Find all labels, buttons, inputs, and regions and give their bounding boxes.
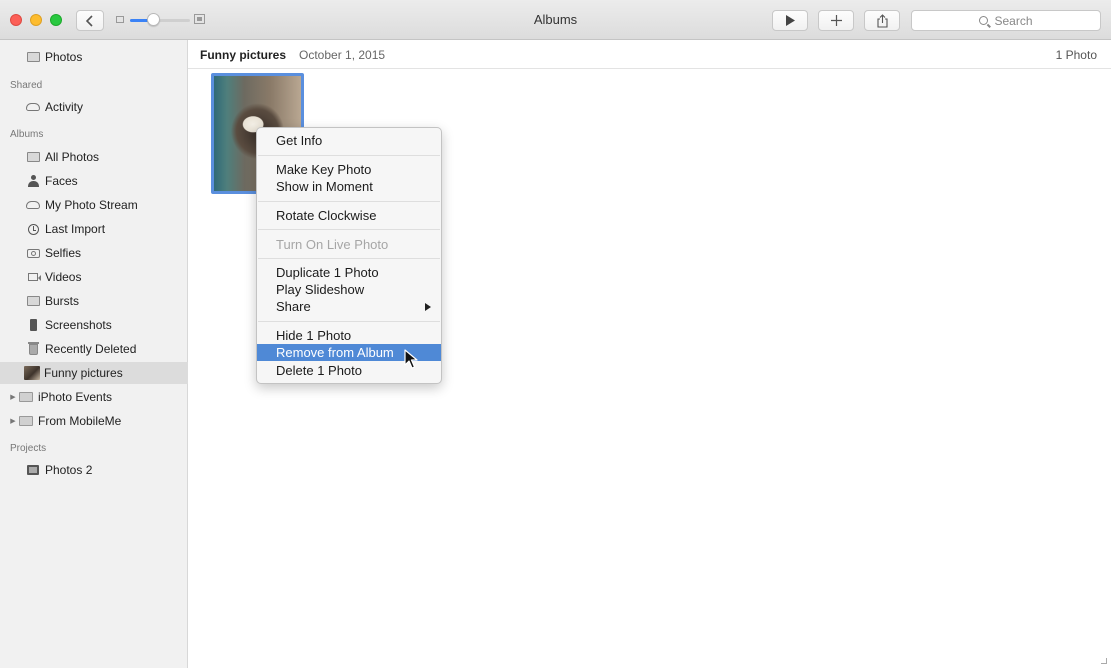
menu-item-duplicate-photo[interactable]: Duplicate 1 Photo: [257, 264, 441, 281]
camera-icon: [26, 247, 40, 259]
sidebar-item-label: Selfies: [45, 246, 82, 260]
menu-item-show-in-moment[interactable]: Show in Moment: [257, 178, 441, 195]
menu-separator: [258, 229, 440, 230]
sidebar-item-label: My Photo Stream: [45, 198, 138, 212]
clock-icon: [26, 223, 40, 235]
sidebar-item-recently-deleted[interactable]: Recently Deleted: [0, 338, 188, 360]
plus-icon: [830, 15, 842, 26]
sidebar-item-label: Funny pictures: [44, 366, 123, 380]
sidebar-section-albums: Albums: [10, 129, 44, 140]
share-button[interactable]: [864, 10, 900, 31]
menu-item-get-info[interactable]: Get Info: [257, 132, 441, 149]
sidebar-item-label: All Photos: [45, 150, 100, 164]
play-icon: [786, 15, 795, 26]
sidebar-item-label: Faces: [45, 174, 78, 188]
sidebar-item-bursts[interactable]: Bursts: [0, 290, 188, 312]
disclosure-triangle-icon[interactable]: ▶: [8, 417, 18, 425]
menu-separator: [258, 321, 440, 322]
sidebar-item-label: Screenshots: [45, 318, 112, 332]
menu-separator: [258, 201, 440, 202]
photos-icon: [26, 51, 40, 63]
sidebar-item-selfies[interactable]: Selfies: [0, 242, 188, 264]
sidebar-item-photos-2[interactable]: Photos 2: [0, 459, 188, 481]
sidebar-item-screenshots[interactable]: Screenshots: [0, 314, 188, 336]
album-title: Funny pictures: [200, 48, 287, 62]
menu-item-rotate-clockwise[interactable]: Rotate Clockwise: [257, 207, 441, 224]
sidebar-item-from-mobileme[interactable]: ▶ From MobileMe: [0, 410, 188, 432]
sidebar-item-label: From MobileMe: [38, 414, 122, 428]
menu-item-turn-on-live-photo: Turn On Live Photo: [276, 237, 389, 252]
slideshow-button[interactable]: [772, 10, 808, 31]
person-icon: [26, 175, 40, 187]
video-icon: [26, 271, 41, 283]
menu-item-make-key-photo[interactable]: Make Key Photo: [257, 161, 441, 178]
menu-separator: [258, 258, 440, 259]
sidebar-item-label: Last Import: [45, 222, 106, 236]
share-icon: [876, 13, 888, 28]
sidebar-item-all-photos[interactable]: All Photos: [0, 146, 188, 168]
folder-icon: [19, 415, 33, 427]
bursts-icon: [26, 295, 40, 307]
mouse-pointer-icon: [404, 349, 418, 369]
book-icon: [26, 464, 40, 476]
menu-item-label: Share: [276, 299, 311, 314]
folder-icon: [19, 391, 33, 403]
album-date: October 1, 2015: [299, 48, 386, 62]
photo-count: 1 Photo: [1055, 48, 1097, 62]
search-placeholder: Search: [994, 13, 1033, 28]
sidebar-item-activity[interactable]: Activity: [0, 96, 188, 118]
cloud-icon: [26, 199, 40, 211]
sidebar: Photos Shared Activity Albums All Photos…: [0, 40, 188, 668]
cloud-icon: [26, 101, 40, 113]
menu-separator: [258, 155, 440, 156]
album-icon: [26, 151, 40, 163]
disclosure-triangle-icon[interactable]: ▶: [8, 393, 18, 401]
sidebar-item-label: Bursts: [45, 294, 80, 308]
sidebar-item-videos[interactable]: Videos: [0, 266, 188, 288]
album-thumbnail-icon: [24, 366, 40, 380]
sidebar-section-projects: Projects: [10, 443, 47, 454]
menu-item-hide-photo[interactable]: Hide 1 Photo: [257, 327, 441, 344]
submenu-arrow-icon: [425, 303, 431, 311]
sidebar-item-label: iPhoto Events: [38, 390, 113, 404]
window-toolbar: Albums Search: [0, 0, 1111, 40]
sidebar-item-last-import[interactable]: Last Import: [0, 218, 188, 240]
sidebar-item-my-photo-stream[interactable]: My Photo Stream: [0, 194, 188, 216]
menu-item-share[interactable]: Share: [257, 298, 441, 315]
sidebar-section-shared: Shared: [10, 80, 43, 91]
add-button[interactable]: [818, 10, 854, 31]
sidebar-item-label: Recently Deleted: [45, 342, 137, 356]
album-header: Funny pictures October 1, 2015 1 Photo: [188, 40, 1111, 69]
sidebar-item-label: Photos 2: [45, 463, 93, 477]
phone-icon: [26, 319, 40, 331]
sidebar-item-label: Photos: [45, 50, 83, 64]
context-menu: Get Info Make Key Photo Show in Moment R…: [256, 127, 442, 384]
menu-item-play-slideshow[interactable]: Play Slideshow: [257, 281, 441, 298]
search-field[interactable]: Search: [911, 10, 1101, 31]
sidebar-item-iphoto-events[interactable]: ▶ iPhoto Events: [0, 386, 188, 408]
trash-icon: [26, 341, 40, 355]
window-resize-grip[interactable]: [1101, 658, 1107, 664]
sidebar-item-label: Activity: [45, 100, 84, 114]
sidebar-item-photos[interactable]: Photos: [0, 46, 188, 68]
search-icon: [979, 16, 989, 25]
sidebar-item-faces[interactable]: Faces: [0, 170, 188, 192]
sidebar-item-funny-pictures[interactable]: Funny pictures: [0, 362, 188, 384]
sidebar-item-label: Videos: [45, 270, 82, 284]
